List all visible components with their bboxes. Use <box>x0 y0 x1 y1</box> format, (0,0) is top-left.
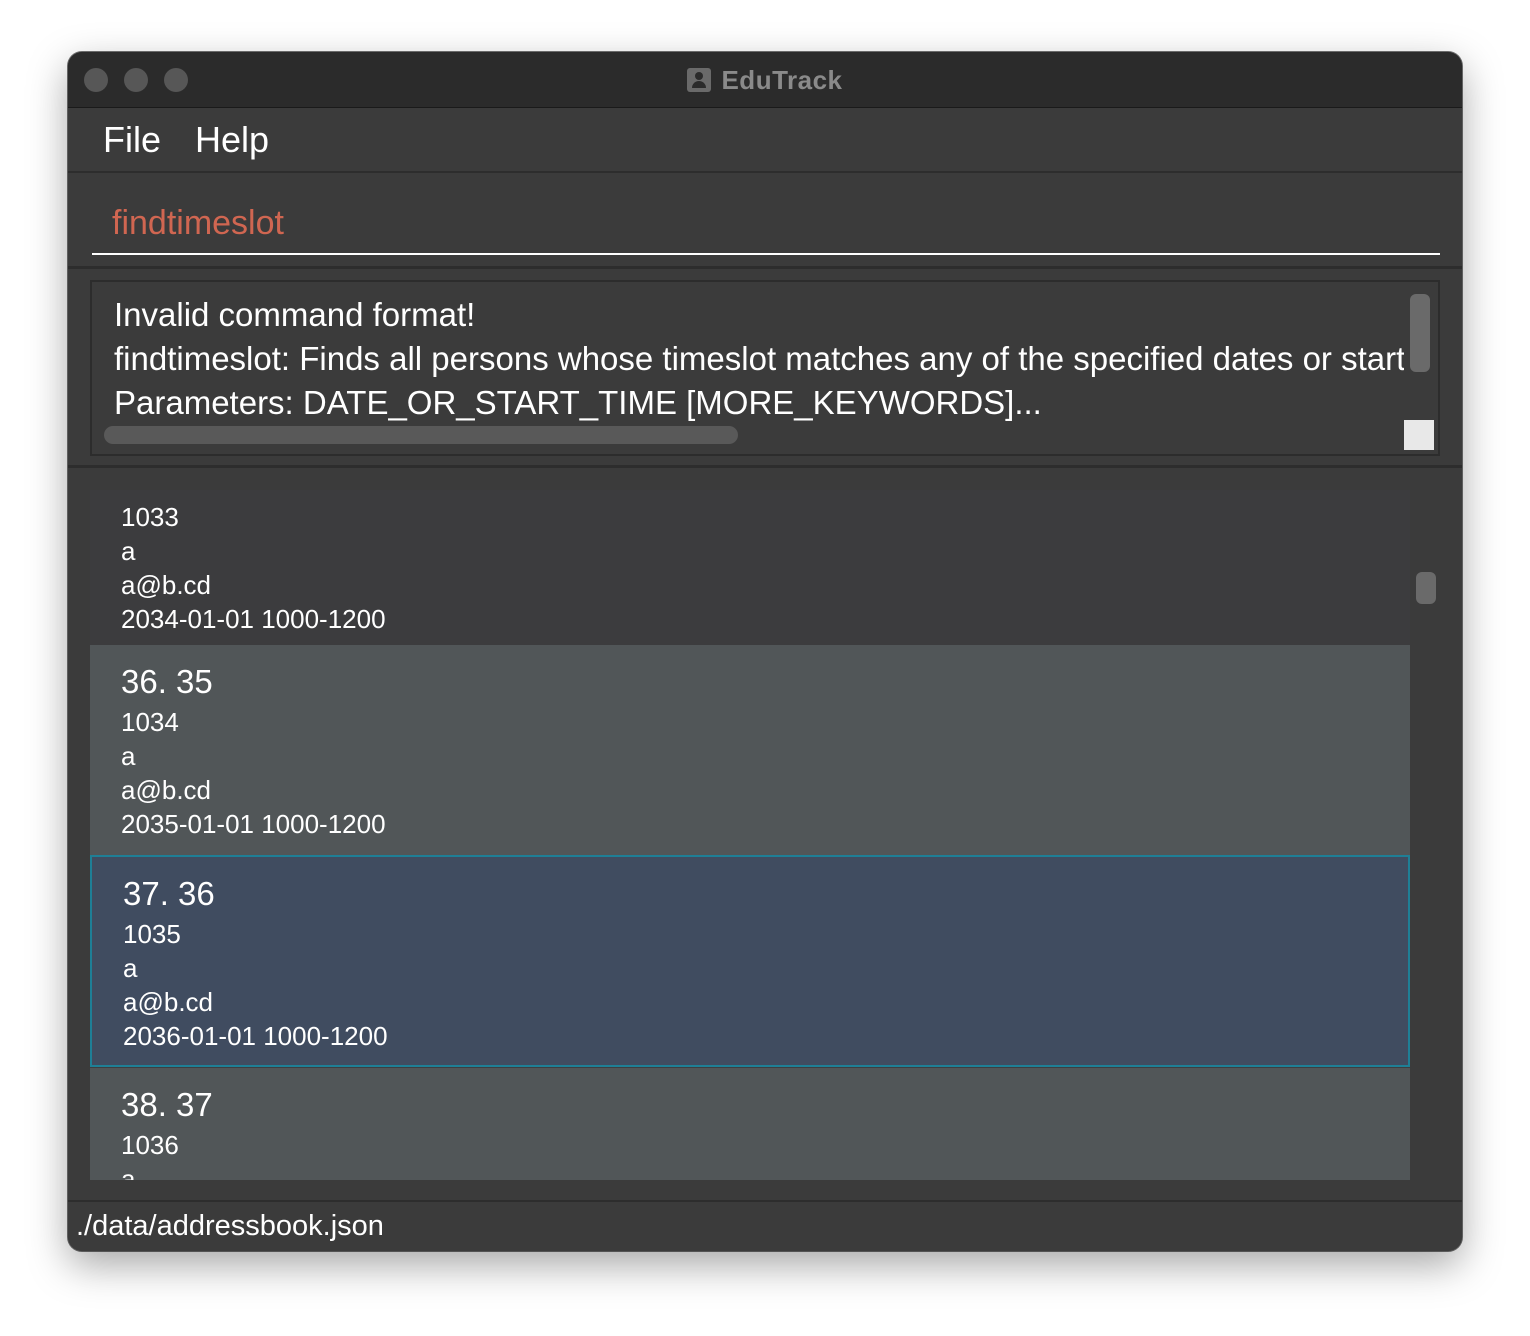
horizontal-scrollbar[interactable] <box>104 426 738 444</box>
person-name: a <box>121 536 136 566</box>
person-timeslot: 2034-01-01 1000-1200 <box>121 604 386 634</box>
person-id: 1035 <box>123 919 181 949</box>
person-list-panel: 1033 a a@b.cd 2034-01-01 1000-1200 36. 3… <box>68 471 1462 1200</box>
person-id: 1036 <box>121 1130 179 1160</box>
person-name: a <box>121 1164 136 1180</box>
result-line: Parameters: DATE_OR_START_TIME [MORE_KEY… <box>114 384 1042 421</box>
result-line: Invalid command format! <box>114 296 476 333</box>
person-card[interactable]: 1033 a a@b.cd 2034-01-01 1000-1200 <box>90 490 1410 652</box>
result-display: Invalid command format! findtimeslot: Fi… <box>68 272 1462 468</box>
person-card-selected[interactable]: 37. 36 1035 a a@b.cd 2036-01-01 1000-120… <box>90 855 1410 1067</box>
person-card[interactable]: 38. 37 1036 a <box>90 1068 1410 1180</box>
title-bar: EduTrack <box>68 52 1462 108</box>
status-bar: ./data/addressbook.json <box>68 1200 1462 1251</box>
app-icon <box>687 68 712 92</box>
app-window: EduTrack File Help Invalid command forma… <box>68 52 1462 1251</box>
person-email: a@b.cd <box>121 570 211 600</box>
scroll-corner <box>1404 420 1434 450</box>
person-timeslot: 2035-01-01 1000-1200 <box>121 809 386 839</box>
save-file-path: ./data/addressbook.json <box>76 1210 384 1242</box>
person-timeslot: 2036-01-01 1000-1200 <box>123 1021 388 1051</box>
window-title: EduTrack <box>721 64 843 95</box>
person-list: 1033 a a@b.cd 2034-01-01 1000-1200 36. 3… <box>90 490 1410 1180</box>
person-card[interactable]: 36. 35 1034 a a@b.cd 2035-01-01 1000-120… <box>90 645 1410 857</box>
menu-help[interactable]: Help <box>195 119 269 161</box>
list-vertical-scrollbar[interactable] <box>1416 572 1436 604</box>
command-input[interactable] <box>92 193 1440 255</box>
result-line: findtimeslot: Finds all persons whose ti… <box>114 340 1404 377</box>
person-name: a <box>121 741 136 771</box>
person-name: a <box>123 953 138 983</box>
person-index-name: 37. 36 <box>123 875 215 912</box>
menu-file[interactable]: File <box>103 119 161 161</box>
result-text-area[interactable]: Invalid command format! findtimeslot: Fi… <box>90 280 1440 456</box>
person-id: 1034 <box>121 707 179 737</box>
person-email: a@b.cd <box>121 775 211 805</box>
person-index-name: 38. 37 <box>121 1086 213 1123</box>
person-id: 1033 <box>121 502 179 532</box>
person-index-name: 36. 35 <box>121 663 213 700</box>
person-email: a@b.cd <box>123 987 213 1017</box>
vertical-scrollbar[interactable] <box>1410 294 1430 372</box>
menu-bar: File Help <box>68 109 1462 173</box>
command-box <box>68 175 1462 269</box>
